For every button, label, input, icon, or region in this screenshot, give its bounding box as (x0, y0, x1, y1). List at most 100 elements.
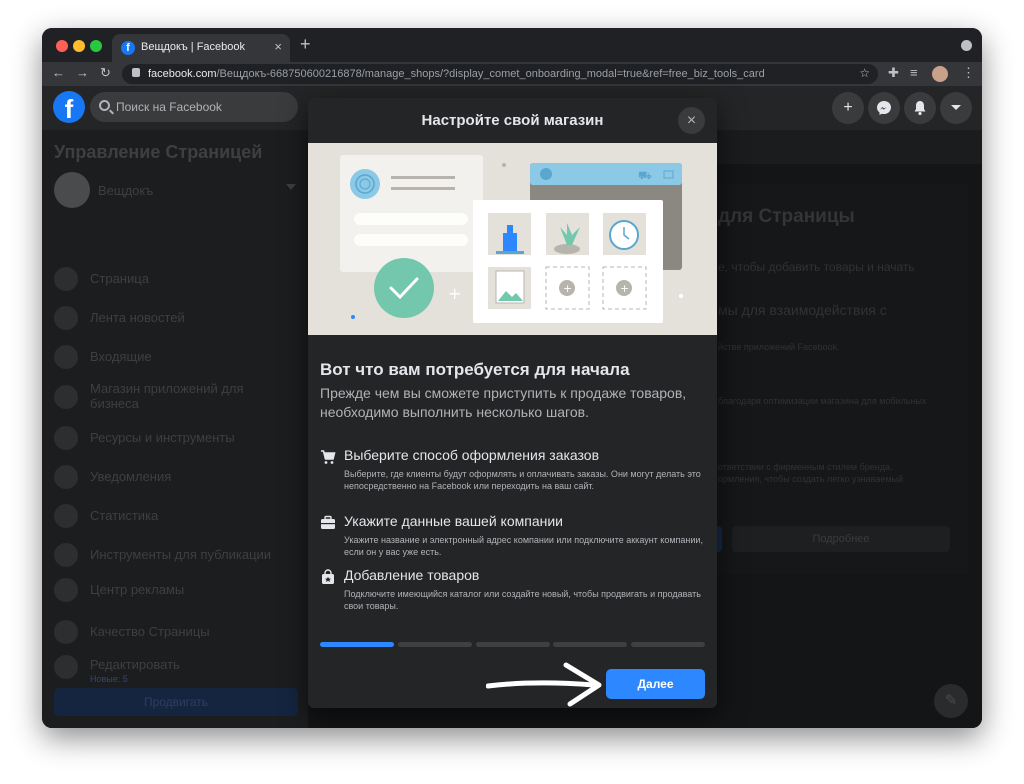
close-window-button[interactable] (56, 40, 68, 52)
flag-icon (54, 267, 78, 291)
tab-search-icon[interactable] (961, 40, 972, 51)
page-name[interactable]: Вещдокъ (98, 183, 153, 198)
search-input[interactable]: Поиск на Facebook (90, 92, 298, 122)
progress-segment (553, 642, 627, 647)
svg-text:+: + (448, 284, 461, 303)
sidebar-item-label: Инструменты для публикации (90, 547, 272, 562)
sidebar-item-publishing-tools[interactable]: Инструменты для публикации (54, 540, 304, 570)
sidebar-item-insights[interactable]: Статистика (54, 501, 304, 531)
sidebar-item-ad-center[interactable]: Центр рекламы (54, 575, 304, 605)
forward-icon[interactable]: → (76, 65, 89, 80)
modal-close-icon[interactable]: × (678, 107, 705, 134)
info-icon (54, 426, 78, 450)
browser-toolbar: ← → ↻ facebook.com/Вещдокъ-6687506002168… (42, 62, 982, 86)
promote-button[interactable]: Продвигать (54, 688, 298, 716)
notifications-bell-icon[interactable] (904, 92, 936, 124)
account-caret-down-icon[interactable] (940, 92, 972, 124)
inbox-icon (54, 345, 78, 369)
cart-icon (320, 449, 336, 465)
page-switcher-caret-icon[interactable] (286, 184, 296, 190)
sidebar-item-business-app-store[interactable]: Магазин приложений для бизнеса (54, 379, 304, 415)
extensions-icon[interactable]: ✚ (888, 65, 899, 81)
modal-heading: Вот что вам потребуется для начала (320, 360, 630, 379)
shop-info-line: благодаря оптимизации магазина для мобил… (718, 396, 927, 406)
sidebar-item-label: Качество Страницы (90, 624, 210, 639)
progress-segment (631, 642, 705, 647)
sidebar-item-badge: Новые: 5 (90, 674, 128, 684)
search-placeholder: Поиск на Facebook (116, 100, 222, 114)
reading-list-icon[interactable]: ≡ (910, 65, 918, 80)
sidebar-title: Управление Страницей (54, 142, 263, 162)
sidebar-item-news-feed[interactable]: Лента новостей (54, 303, 304, 333)
svg-text:⛟: ⛟ (638, 169, 652, 182)
back-icon[interactable]: ← (52, 65, 65, 80)
progress-segment (476, 642, 550, 647)
sidebar-item-resources-tools[interactable]: Ресурсы и инструменты (54, 423, 304, 453)
shop-info-heading: для Страницы (718, 206, 855, 227)
svg-text:+: + (563, 282, 572, 295)
onboarding-progress (320, 642, 705, 647)
sidebar-item-label: Статистика (90, 508, 159, 523)
sidebar-item-inbox[interactable]: Входящие (54, 342, 304, 372)
modal-title: Настройте свой магазин (421, 112, 604, 129)
briefcase-icon (320, 515, 336, 531)
shop-info-line: мы для взаимодействия с (718, 302, 887, 318)
shop-info-line: е, чтобы добавить товары и начать (718, 260, 915, 274)
browser-menu-icon[interactable]: ⋮ (962, 65, 975, 81)
publishing-icon (54, 543, 78, 567)
pencil-icon (54, 655, 78, 679)
page-avatar[interactable] (54, 172, 90, 208)
sidebar-item-label: Магазин приложений для бизнеса (90, 381, 244, 411)
new-tab-button[interactable]: + (300, 34, 311, 55)
annotation-arrow-icon (486, 662, 602, 707)
app-store-icon (54, 385, 78, 409)
bell-icon (54, 465, 78, 489)
lock-icon (132, 68, 140, 77)
shop-info-line: ответствии с фирменным стилем бренда. (718, 462, 893, 472)
maximize-window-button[interactable] (90, 40, 102, 52)
sidebar-item-label: Ресурсы и инструменты (90, 430, 235, 445)
shop-info-card (698, 184, 968, 574)
sidebar-item-page[interactable]: Страница (54, 264, 304, 294)
sidebar-item-page-quality[interactable]: Качество Страницы (54, 617, 304, 647)
reload-icon[interactable]: ↻ (100, 65, 111, 81)
tab-strip: f Вещдокъ | Facebook × + (42, 28, 982, 62)
sidebar-item-edit[interactable]: Редактировать Новые: 5 (54, 650, 304, 688)
search-icon (99, 100, 110, 111)
more-info-button[interactable]: Подробнее (732, 526, 950, 552)
modal-intro: Прежде чем вы сможете приступить к прода… (320, 385, 687, 420)
progress-segment (398, 642, 472, 647)
sidebar-item-label: Входящие (90, 349, 152, 364)
minimize-window-button[interactable] (73, 40, 85, 52)
shop-info-line: йстве приложений Facebook. (718, 342, 840, 352)
step-title: Выберите способ оформления заказов (344, 447, 600, 463)
sidebar-item-label: Редактировать (90, 657, 180, 672)
tab-title: Вещдокъ | Facebook (141, 41, 246, 53)
profile-avatar-icon[interactable] (932, 66, 948, 82)
shop-setup-modal: Настройте свой магазин × + ⛟ + + Вот что… (308, 98, 717, 708)
shop-info-line: ормления, чтобы создать легко узнаваемый (718, 474, 904, 484)
messenger-icon[interactable] (868, 92, 900, 124)
tab-close-icon[interactable]: × (274, 39, 282, 54)
shield-icon (54, 620, 78, 644)
compose-message-icon[interactable]: ✎ (934, 684, 968, 718)
sidebar-item-notifications[interactable]: Уведомления (54, 462, 304, 492)
shop-setup-illustration: + ⛟ + + (308, 143, 717, 335)
shopping-bag-icon (320, 569, 336, 585)
sidebar-item-label: Страница (90, 271, 149, 286)
create-plus-icon[interactable]: + (832, 92, 864, 124)
browser-tab[interactable]: f Вещдокъ | Facebook × (112, 34, 290, 62)
next-button[interactable]: Далее (606, 669, 705, 699)
news-feed-icon (54, 306, 78, 330)
bookmark-star-icon[interactable]: ☆ (859, 66, 870, 80)
shop-illustration-svg: + ⛟ + + (340, 155, 683, 323)
url-text: facebook.com/Вещдокъ-668750600216878/man… (148, 68, 765, 80)
address-bar[interactable]: facebook.com/Вещдокъ-668750600216878/man… (122, 64, 878, 84)
chart-icon (54, 504, 78, 528)
facebook-logo-icon[interactable]: f (53, 91, 85, 124)
sidebar-item-label: Центр рекламы (90, 582, 185, 597)
step-description: Выберите, где клиенты будут оформлять и … (344, 469, 701, 491)
step-description: Подключите имеющийся каталог или создайт… (344, 589, 701, 611)
sidebar-item-label: Лента новостей (90, 310, 185, 325)
svg-text:+: + (620, 282, 629, 295)
